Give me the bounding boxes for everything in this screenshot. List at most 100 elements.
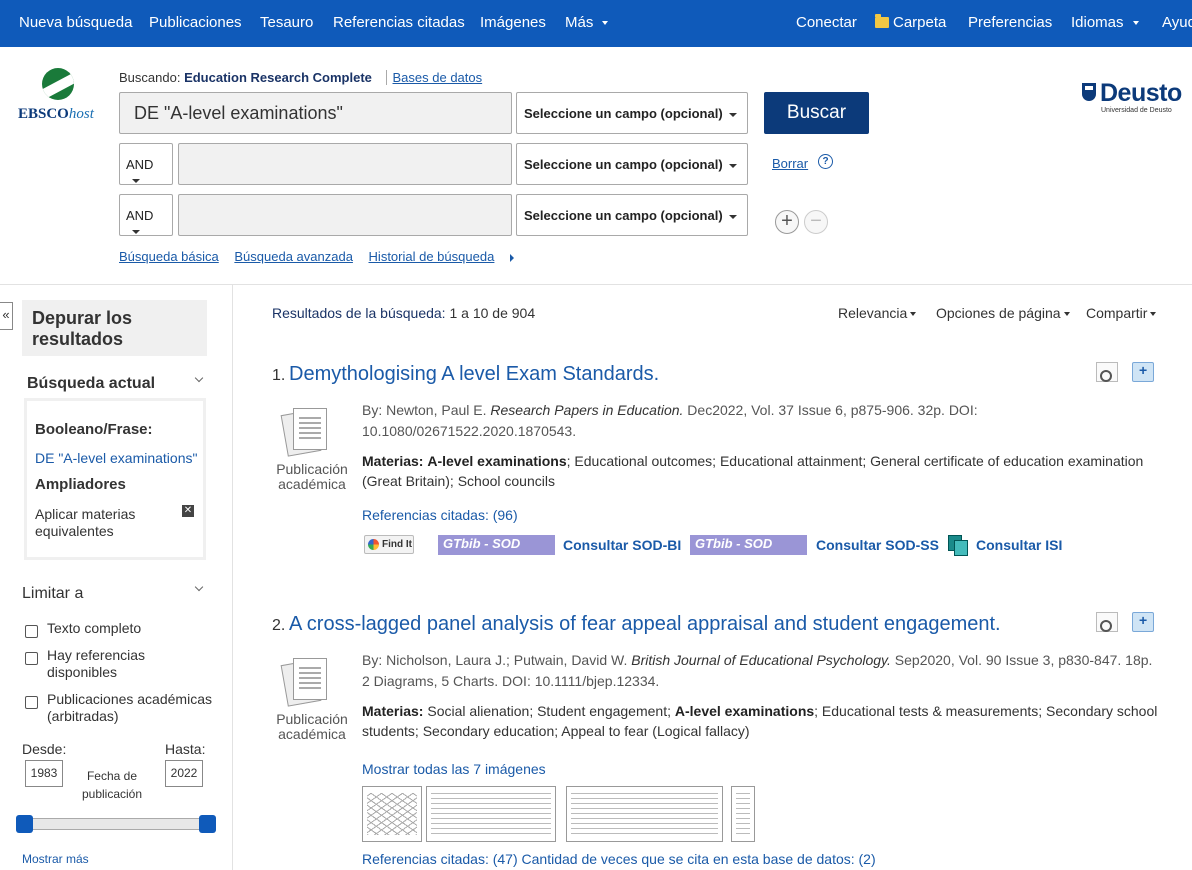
- nav-ayuda[interactable]: Ayuda: [1162, 14, 1192, 31]
- preview-magnifier-icon[interactable]: [1096, 612, 1118, 632]
- result-number: 2.: [272, 617, 286, 634]
- buscar-button[interactable]: Buscar: [764, 92, 869, 134]
- search-input-1[interactable]: DE "A-level examinations": [119, 92, 512, 134]
- nav-carpeta[interactable]: Carpeta: [875, 14, 946, 31]
- subject-highlight[interactable]: A-level examinations: [675, 703, 814, 719]
- preview-magnifier-icon[interactable]: [1096, 362, 1118, 382]
- nav-tesauro[interactable]: Tesauro: [260, 14, 313, 31]
- field-select-1[interactable]: Seleccione un campo (opcional): [516, 92, 748, 134]
- publication-type-label: Publicación académica: [276, 461, 348, 492]
- chevron-down-icon[interactable]: [194, 373, 204, 383]
- search-history-link[interactable]: Historial de búsqueda: [369, 249, 527, 264]
- add-row-icon[interactable]: +: [775, 210, 799, 234]
- boolean-operator-label: AND: [126, 157, 154, 172]
- from-year-input[interactable]: 1983: [25, 760, 63, 787]
- nav-nueva-busqueda[interactable]: Nueva búsqueda: [19, 14, 132, 31]
- show-more-link[interactable]: Mostrar más: [22, 852, 89, 866]
- limit-to-heading[interactable]: Limitar a: [22, 585, 83, 603]
- chevron-down-icon: [728, 163, 737, 168]
- results-count-label: Resultados de la búsqueda:: [272, 305, 446, 321]
- find-it-button[interactable]: Find It: [364, 535, 414, 554]
- image-thumbnail[interactable]: [731, 786, 755, 842]
- help-icon[interactable]: ?: [818, 154, 833, 169]
- nav-conectar[interactable]: Conectar: [796, 14, 857, 31]
- to-year-input[interactable]: 2022: [165, 760, 203, 787]
- academic-journal-icon[interactable]: [280, 658, 330, 707]
- search-input-2[interactable]: [178, 143, 512, 185]
- field-select-3[interactable]: Seleccione un campo (opcional): [516, 194, 748, 236]
- gtbib-sod-button-2[interactable]: GTbib - SOD: [690, 535, 807, 555]
- field-select-2[interactable]: Seleccione un campo (opcional): [516, 143, 748, 185]
- limit-peer-reviewed-label[interactable]: Publicaciones académicas (arbitradas): [47, 691, 217, 725]
- subjects-list-pre[interactable]: Social alienation; Student engagement;: [427, 703, 671, 719]
- page-options-dropdown[interactable]: Opciones de página: [936, 305, 1070, 321]
- limit-full-text-label[interactable]: Texto completo: [47, 620, 141, 637]
- databases-link[interactable]: Bases de datos: [385, 70, 483, 85]
- consultar-sod-bi-link[interactable]: Consultar SOD-BI: [563, 537, 681, 553]
- boolean-phrase-value[interactable]: DE "A-level examinations": [35, 450, 197, 466]
- subjects-label: Materias:: [362, 703, 424, 719]
- remove-row-icon[interactable]: −: [804, 210, 828, 234]
- cited-references-link[interactable]: Referencias citadas: (47) Cantidad de ve…: [362, 851, 876, 867]
- cited-references-link[interactable]: Referencias citadas: (96): [362, 507, 518, 523]
- image-thumbnail[interactable]: [362, 786, 422, 842]
- result-journal[interactable]: British Journal of Educational Psycholog…: [631, 652, 891, 668]
- field-select-label: Seleccione un campo (opcional): [524, 157, 723, 172]
- academic-journal-icon[interactable]: [280, 408, 330, 457]
- nav-carpeta-label: Carpeta: [893, 14, 947, 31]
- slider-end-handle[interactable]: [199, 815, 216, 833]
- nav-idiomas[interactable]: Idiomas: [1071, 14, 1139, 31]
- image-thumbnail[interactable]: [566, 786, 723, 842]
- ebsco-globe-icon: [42, 68, 74, 100]
- date-range-slider[interactable]: [22, 818, 212, 830]
- image-thumbnail[interactable]: [426, 786, 556, 842]
- current-search-heading[interactable]: Búsqueda actual: [27, 375, 155, 393]
- result-title-link[interactable]: A cross-lagged panel analysis of fear ap…: [289, 613, 1001, 636]
- result-title-link[interactable]: Demythologising A level Exam Standards.: [289, 363, 659, 386]
- slider-start-handle[interactable]: [16, 815, 33, 833]
- collapse-sidebar-button[interactable]: «: [0, 302, 13, 330]
- share-dropdown[interactable]: Compartir: [1086, 305, 1157, 321]
- add-to-folder-icon[interactable]: [1132, 362, 1154, 382]
- limit-full-text-checkbox[interactable]: [25, 625, 38, 638]
- top-navigation-bar: Nueva búsqueda Publicaciones Tesauro Ref…: [0, 0, 1192, 47]
- basic-search-link[interactable]: Búsqueda básica: [119, 249, 219, 264]
- nav-publicaciones[interactable]: Publicaciones: [149, 14, 242, 31]
- consultar-sod-ss-link[interactable]: Consultar SOD-SS: [816, 537, 939, 553]
- chevron-down-icon: [910, 312, 917, 317]
- limit-references-label[interactable]: Hay referencias disponibles: [47, 647, 197, 681]
- chevron-down-icon: [1150, 312, 1157, 317]
- results-count: Resultados de la búsqueda: 1 a 10 de 904: [272, 305, 535, 321]
- subject-highlight[interactable]: A-level examinations: [427, 453, 566, 469]
- thumbnail-content: [431, 793, 551, 835]
- nav-preferencias[interactable]: Preferencias: [968, 14, 1052, 31]
- thumbnail-content: [367, 793, 417, 835]
- boolean-operator-select-3[interactable]: AND: [119, 194, 173, 236]
- searching-line: Buscando: Education Research Complete Ba…: [119, 70, 483, 85]
- remove-expander-icon[interactable]: ✕: [182, 505, 194, 517]
- ebscohost-logo[interactable]: EBSCOhost: [18, 68, 102, 124]
- show-all-images-link[interactable]: Mostrar todas las 7 imágenes: [362, 761, 546, 777]
- consultar-isi-link[interactable]: Consultar ISI: [976, 537, 1062, 553]
- page-front: [293, 658, 327, 700]
- limit-peer-reviewed-checkbox[interactable]: [25, 696, 38, 709]
- isi-icon[interactable]: [948, 535, 968, 556]
- result-authors: By: Nicholson, Laura J.; Putwain, David …: [362, 652, 628, 668]
- gtbib-sod-button[interactable]: GTbib - SOD: [438, 535, 555, 555]
- to-date-label: Hasta:: [165, 741, 206, 757]
- sort-relevance-dropdown[interactable]: Relevancia: [838, 305, 917, 321]
- advanced-search-link[interactable]: Búsqueda avanzada: [234, 249, 353, 264]
- search-input-3[interactable]: [178, 194, 512, 236]
- result-subjects: Materias: A-level examinations; Educatio…: [362, 451, 1162, 491]
- limit-references-checkbox[interactable]: [25, 652, 38, 665]
- nav-imagenes[interactable]: Imágenes: [480, 14, 546, 31]
- nav-mas[interactable]: Más: [565, 14, 609, 31]
- boolean-operator-select-2[interactable]: AND: [119, 143, 173, 185]
- borrar-link[interactable]: Borrar: [772, 156, 808, 171]
- refine-results-title: Depurar los resultados: [22, 300, 207, 356]
- chevron-down-icon[interactable]: [194, 582, 204, 592]
- add-to-folder-icon[interactable]: [1132, 612, 1154, 632]
- boolean-operator-label: AND: [126, 208, 154, 223]
- result-journal[interactable]: Research Papers in Education.: [490, 402, 683, 418]
- nav-referencias-citadas[interactable]: Referencias citadas: [333, 14, 465, 31]
